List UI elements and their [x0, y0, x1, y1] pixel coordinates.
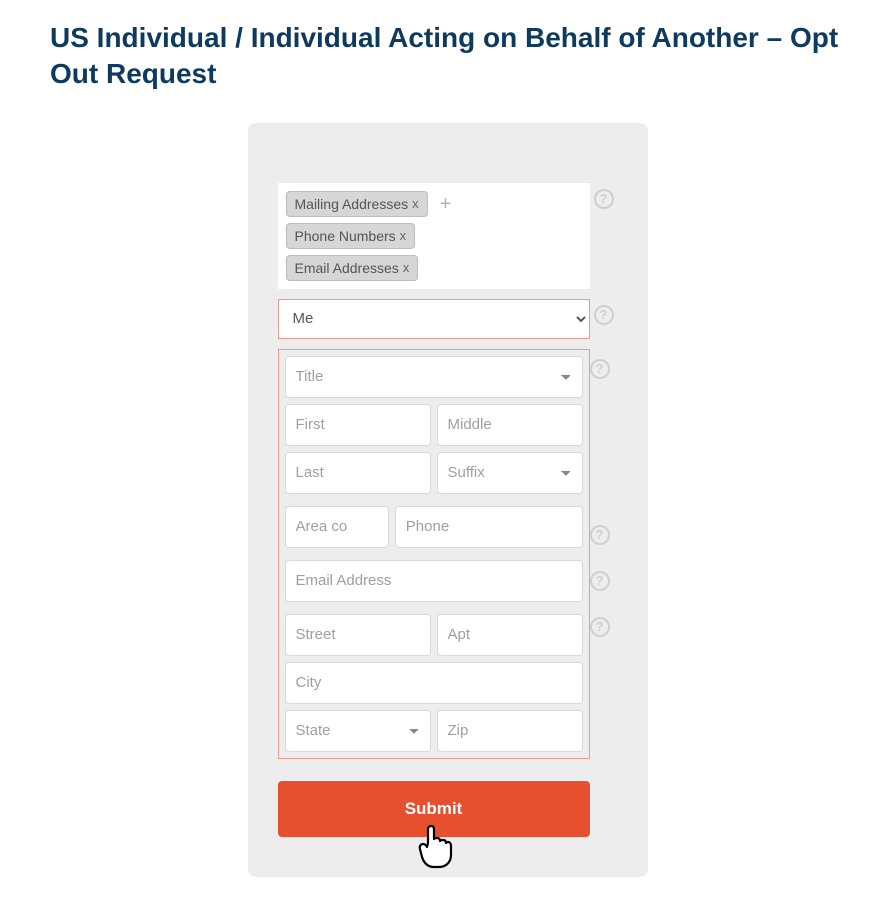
- help-icon[interactable]: ?: [590, 525, 610, 545]
- state-select[interactable]: [285, 710, 431, 752]
- area-code-input[interactable]: [285, 506, 389, 548]
- page-title: US Individual / Individual Acting on Beh…: [50, 20, 845, 93]
- street-input[interactable]: [285, 614, 431, 656]
- help-icon[interactable]: ?: [590, 359, 610, 379]
- close-icon[interactable]: x: [400, 228, 407, 243]
- title-select[interactable]: [285, 356, 583, 398]
- tag-mailing-addresses[interactable]: Mailing Addresses x: [286, 191, 428, 217]
- tag-label: Email Addresses: [295, 260, 399, 276]
- help-icon[interactable]: ?: [590, 571, 610, 591]
- phone-input[interactable]: [395, 506, 583, 548]
- zip-input[interactable]: [437, 710, 583, 752]
- suffix-select[interactable]: [437, 452, 583, 494]
- close-icon[interactable]: x: [403, 260, 410, 275]
- help-icon[interactable]: ?: [590, 617, 610, 637]
- form-card: Mailing Addresses x + Phone Numbers x: [248, 123, 648, 877]
- help-icon[interactable]: ?: [594, 189, 614, 209]
- submit-button[interactable]: Submit: [278, 781, 590, 837]
- selected-fields-box: Mailing Addresses x + Phone Numbers x: [278, 183, 590, 289]
- tag-label: Phone Numbers: [295, 228, 396, 244]
- subject-select[interactable]: Me: [279, 300, 589, 338]
- apt-input[interactable]: [437, 614, 583, 656]
- close-icon[interactable]: x: [412, 196, 419, 211]
- add-field-button[interactable]: +: [434, 194, 458, 214]
- middle-name-input[interactable]: [437, 404, 583, 446]
- tag-label: Mailing Addresses: [295, 196, 409, 212]
- tag-phone-numbers[interactable]: Phone Numbers x: [286, 223, 416, 249]
- city-input[interactable]: [285, 662, 583, 704]
- email-input[interactable]: [285, 560, 583, 602]
- submit-label: Submit: [405, 799, 463, 818]
- cursor-hand-icon: [414, 821, 454, 869]
- last-name-input[interactable]: [285, 452, 431, 494]
- first-name-input[interactable]: [285, 404, 431, 446]
- tag-email-addresses[interactable]: Email Addresses x: [286, 255, 419, 281]
- help-icon[interactable]: ?: [594, 305, 614, 325]
